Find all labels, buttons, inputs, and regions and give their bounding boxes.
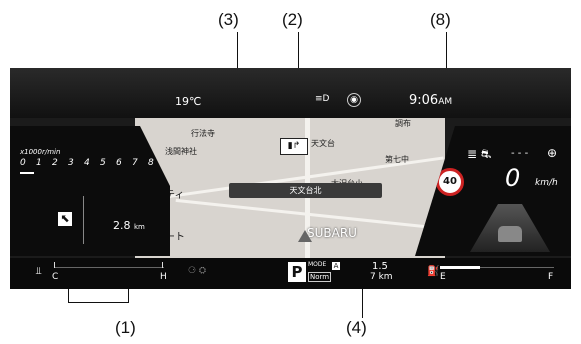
top-status-bar: 19℃ ≡D ◉ 9:06AM	[10, 68, 571, 118]
acc-status: - - -	[511, 148, 529, 159]
vehicle-icon	[498, 226, 522, 242]
tachometer-bar	[20, 172, 34, 174]
fuel-low-label: E	[440, 272, 446, 282]
distance-value: 2.8	[113, 219, 131, 232]
mode-label: MODE	[308, 261, 327, 268]
coolant-gauge-tick	[54, 262, 55, 268]
clock: 9:06AM	[409, 93, 452, 108]
map-label: 調布	[395, 119, 411, 128]
range-value: 1.5	[372, 261, 388, 272]
map-label: 第七中	[385, 155, 409, 164]
callout-2: (2)	[282, 10, 303, 29]
drive-mode-icons: ⚆ ⛭	[188, 266, 207, 276]
coolant-gauge-tick	[162, 262, 163, 268]
tachometer-unit: x1000r/min	[20, 148, 61, 156]
clock-time: 9:06	[409, 93, 439, 108]
gear-indicator: P	[288, 262, 306, 282]
tachometer-numeral: 3	[68, 158, 74, 168]
tachometer-numeral: 0	[20, 158, 26, 168]
outside-temperature: 19℃	[175, 95, 202, 108]
fuel-gauge-track	[480, 267, 554, 268]
speed-unit: km/h	[535, 178, 558, 188]
steering-wheel-icon: ⊕	[547, 146, 558, 160]
fuel-high-label: F	[548, 272, 554, 282]
callout-4: (4)	[346, 318, 367, 337]
tachometer-numeral: 2	[52, 158, 58, 168]
range-unit: 7 km	[370, 272, 393, 282]
coolant-gauge-ticks	[54, 267, 164, 268]
clock-ampm: AM	[438, 97, 453, 107]
fuel-gauge-fill	[440, 266, 480, 269]
map-label: 行法寺	[191, 129, 215, 138]
vehicle-position-icon	[298, 230, 312, 242]
callout-1: (1)	[115, 318, 136, 337]
coolant-high-label: H	[160, 272, 167, 282]
speed-value: 0	[505, 164, 521, 192]
callout-3: (3)	[218, 10, 239, 29]
callout-8: (8)	[430, 10, 451, 29]
tachometer-scale: 012345678	[20, 158, 160, 170]
distance-unit: km	[134, 223, 145, 231]
tachometer-numeral: 4	[84, 158, 90, 168]
intersection-guide-bar: 天文台北	[229, 183, 382, 198]
left-display-pod: x1000r/min 012345678 ⬉ 2.8 km	[10, 126, 170, 256]
turn-arrow-icon: ⬉	[58, 212, 72, 226]
lane-keep-icon: ≣ ⛐	[467, 147, 492, 161]
map-label: 天文台	[311, 139, 335, 148]
map-label: 浅間神社	[165, 147, 197, 156]
coolant-low-label: C	[52, 272, 59, 282]
tachometer-numeral: 7	[132, 158, 138, 168]
instrument-panel: 19℃ ≡D ◉ 9:06AM 行法寺 浅間神社 天文台 第七中 大沢台小 SU…	[10, 68, 571, 289]
fuel-pump-icon: ⛽	[427, 266, 440, 277]
coolant-temp-icon: ⫫	[36, 266, 42, 277]
tachometer-numeral: 5	[100, 158, 106, 168]
auto-indicator-icon: A	[332, 262, 340, 270]
distance-bar-line	[83, 196, 84, 244]
bottom-gauge-bar: ⫫ C H ⚆ ⛭ P MODE Norm A 1.5 7 km ⛽ E F	[10, 258, 571, 289]
distance-to-turn: 2.8 km	[113, 219, 145, 232]
tachometer-numeral: 6	[116, 158, 122, 168]
map-label: SUBARU	[307, 226, 357, 240]
tachometer-numeral: 8	[148, 158, 154, 168]
lane-guide-icon: ▮↱	[280, 138, 308, 155]
auto-hold-icon: ◉	[347, 93, 361, 107]
tachometer-numeral: 1	[36, 158, 42, 168]
leader-1h	[68, 302, 129, 303]
headlight-icon: ≡D	[315, 94, 330, 104]
mode-value: Norm	[308, 272, 332, 282]
